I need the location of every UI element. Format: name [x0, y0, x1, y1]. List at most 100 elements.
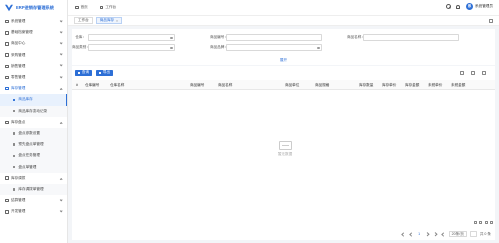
last-page-icon[interactable] — [433, 231, 438, 237]
sidebar-item-sales[interactable]: 销售管理 — [0, 61, 67, 72]
menu-item-icon — [13, 188, 16, 191]
sidebar-subitem-stocktake-tasks[interactable]: 盘点任务管理 — [0, 150, 67, 162]
nav-home[interactable]: 首页 — [75, 5, 88, 10]
sidebar: ERP进销存管理系统 系统管理 基础档案管理 商品中心 采购管理 销售管理 零售… — [0, 0, 68, 243]
close-icon[interactable]: × — [116, 19, 118, 23]
settings-icon — [5, 19, 9, 24]
chevron-up-icon — [59, 177, 63, 181]
column-header[interactable]: 商品单位 — [285, 83, 299, 88]
sidebar-item-stocktake[interactable]: 库存盘点 — [0, 117, 67, 128]
stock-table: # 仓库编号 仓库名称 商品编号 商品名称 商品单位 商品规格 库存数量 库存单… — [72, 80, 495, 228]
menu-item-icon — [13, 98, 16, 102]
query-button-label: 查询 — [81, 70, 90, 75]
bell-icon[interactable] — [456, 4, 461, 9]
query-button[interactable]: 查询 — [75, 69, 93, 77]
warehouse-input[interactable] — [88, 34, 175, 41]
search-icon[interactable] — [445, 4, 451, 9]
table-header: # 仓库编号 仓库名称 商品编号 商品名称 商品单位 商品规格 库存数量 库存单… — [72, 80, 495, 90]
sidebar-item-label: 零售管理 — [11, 75, 26, 80]
sidebar-item-purchase[interactable]: 采购管理 — [0, 50, 67, 61]
expand-filters-link[interactable]: 展开 — [72, 58, 495, 63]
column-header[interactable]: 商品规格 — [315, 83, 329, 88]
sidebar-item-dev[interactable]: 开发管理 — [0, 206, 67, 217]
filter-goods-name: 商品名称： — [347, 34, 459, 41]
column-settings-icon[interactable] — [482, 70, 487, 75]
current-page[interactable]: 1 — [417, 231, 422, 237]
column-header[interactable]: 商品编号 — [190, 83, 204, 88]
sidebar-item-inventory[interactable]: 库存管理 — [0, 83, 67, 94]
empty-text: 暂无数据 — [277, 152, 293, 156]
category-input[interactable] — [88, 44, 175, 51]
column-header[interactable]: 库存金额 — [405, 83, 419, 88]
sidebar-item-transfer[interactable]: 库存调拨 — [0, 173, 67, 184]
refresh-icon[interactable] — [441, 231, 446, 237]
workbench-icon — [99, 5, 104, 10]
stocktake-icon — [5, 120, 9, 125]
sidebar-subitem-transfer-orders[interactable]: 库存调拨单管理 — [0, 183, 67, 195]
filter-warehouse: 仓库： — [72, 34, 175, 41]
search-icon — [316, 46, 320, 50]
sidebar-item-label: 预先盘点单管理 — [18, 142, 44, 147]
column-header[interactable]: 未税金额 — [451, 83, 465, 88]
inventory-icon — [5, 86, 9, 91]
home-icon — [75, 5, 79, 10]
user-menu[interactable]: 系 系统管理员 — [466, 3, 493, 10]
tabs-menu-icon[interactable] — [489, 18, 493, 23]
total-count: 共 0 条 — [479, 231, 491, 236]
download-icon[interactable] — [484, 221, 488, 224]
empty-box-icon — [278, 141, 292, 150]
column-header[interactable]: 仓库编号 — [85, 83, 99, 88]
export-button[interactable]: 导出 — [96, 69, 114, 77]
tab-label: 工作台 — [78, 18, 89, 22]
page-jump-input[interactable] — [469, 231, 477, 237]
sidebar-item-label: 盘点参数设置 — [18, 130, 40, 135]
sidebar-subitem-stocktake-orders[interactable]: 盘点单管理 — [0, 161, 67, 173]
column-header[interactable]: 库存单价 — [382, 83, 396, 88]
sidebar-subitem-stocktake-params[interactable]: 盘点参数设置 — [0, 127, 67, 140]
sidebar-subitem-goods-stock[interactable]: 商品库存 — [0, 94, 67, 106]
next-page-icon[interactable] — [425, 231, 430, 237]
tab-goods-stock[interactable]: 商品库存 × — [95, 17, 123, 24]
prev-page-icon[interactable] — [409, 231, 414, 237]
page-size-select[interactable]: 20条/页 — [448, 231, 467, 237]
avatar: 系 — [466, 3, 474, 10]
refresh-icon[interactable] — [460, 70, 465, 75]
column-header[interactable]: 库存数量 — [359, 83, 373, 88]
goods-name-input[interactable] — [363, 34, 459, 41]
sidebar-item-label: 库存管理 — [11, 86, 26, 91]
sidebar-item-label: 库存调拨 — [11, 175, 26, 180]
sidebar-subitem-pre-stocktake[interactable]: 预先盘点单管理 — [0, 139, 67, 151]
filter-label: 商品名称： — [347, 35, 365, 39]
sidebar-item-retail[interactable]: 零售管理 — [0, 72, 67, 83]
sidebar-menu: 系统管理 基础档案管理 商品中心 采购管理 销售管理 零售管理 库存管理 商品库… — [0, 16, 67, 217]
column-header[interactable]: 未税单价 — [428, 83, 442, 88]
settlement-icon — [5, 198, 9, 203]
brand-input[interactable] — [226, 44, 322, 51]
export-button-label: 导出 — [102, 70, 111, 75]
sidebar-item-label: 库存盘点 — [11, 119, 26, 124]
sidebar-subitem-stock-change-log[interactable]: 商品库存变动记录 — [0, 105, 67, 117]
filter-label: 商品类别： — [72, 45, 90, 49]
app-logo[interactable]: ERP进销存管理系统 — [0, 0, 67, 16]
fullscreen-icon[interactable] — [471, 70, 476, 75]
sidebar-item-archive[interactable]: 基础档案管理 — [0, 27, 67, 38]
chevron-down-icon — [59, 198, 63, 202]
sidebar-item-label: 盘点任务管理 — [18, 153, 40, 158]
sidebar-item-system[interactable]: 系统管理 — [0, 16, 67, 27]
first-page-icon[interactable] — [401, 231, 406, 237]
settings-icon[interactable] — [490, 221, 493, 224]
sidebar-item-goods[interactable]: 商品中心 — [0, 38, 67, 49]
column-header[interactable]: 仓库名称 — [110, 83, 124, 88]
sidebar-item-settlement[interactable]: 结算管理 — [0, 195, 67, 206]
filter-icon[interactable] — [473, 221, 477, 224]
sidebar-item-label: 销售管理 — [11, 63, 26, 68]
tab-workbench[interactable]: 工作台 — [74, 17, 93, 24]
print-icon[interactable] — [479, 221, 482, 224]
app-title: ERP进销存管理系统 — [16, 5, 54, 10]
column-header[interactable]: 商品名称 — [218, 83, 232, 88]
chevron-down-icon — [59, 209, 63, 213]
sidebar-item-label: 库存调拨单管理 — [18, 186, 44, 191]
export-icon — [99, 71, 102, 75]
goods-code-input[interactable] — [226, 34, 322, 41]
nav-workbench[interactable]: 工作台 — [99, 5, 116, 10]
